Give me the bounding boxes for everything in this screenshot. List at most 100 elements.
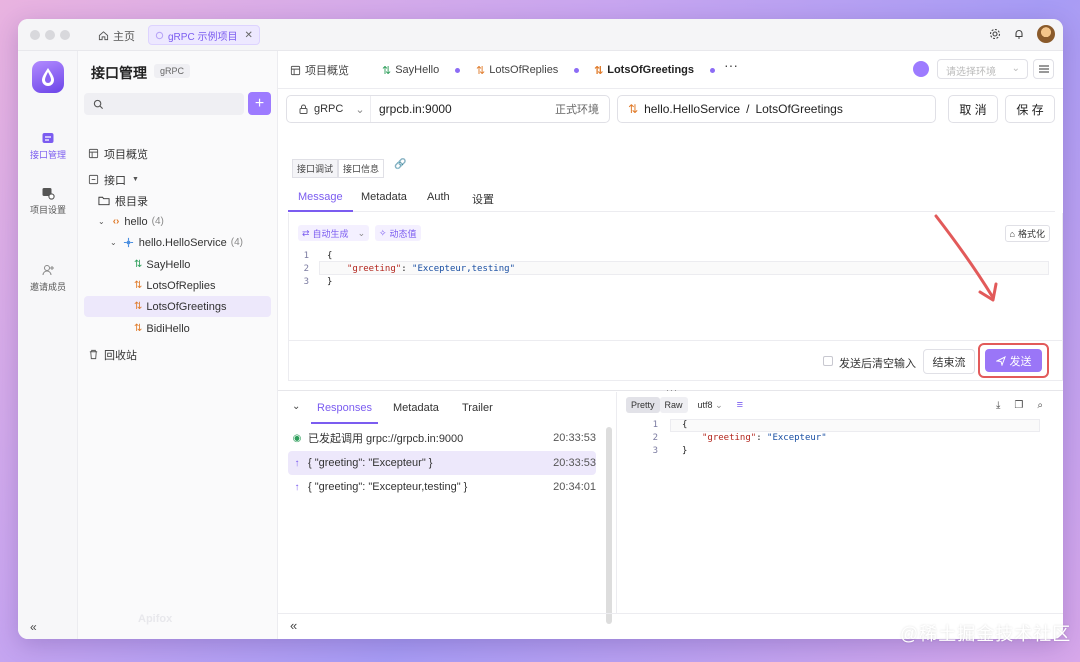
bell-icon[interactable] [1013, 28, 1025, 40]
project-icon [155, 31, 164, 39]
chevron-down-icon[interactable]: ⌄ [358, 228, 366, 239]
sidebar-item-hello[interactable]: ⌄ ‹› hello (4) [84, 211, 271, 232]
response-scrollbar[interactable] [606, 427, 612, 624]
tab-trailer[interactable]: Trailer [462, 402, 493, 414]
rail-item-invite[interactable]: 邀请成员 [18, 263, 78, 293]
overview-icon [290, 65, 301, 75]
sidebar-footer-logo: Apifox [138, 613, 173, 625]
response-code-viewer[interactable]: 1 2 3 { "greeting": "Excepteur" } [638, 419, 1058, 464]
window-close-dot[interactable] [30, 30, 40, 40]
copy-icon[interactable]: ❐ [1014, 400, 1023, 411]
code-colon: : [756, 433, 768, 443]
rail-item-settings[interactable]: 项目设置 [18, 186, 78, 216]
encoding-select[interactable]: utf8 ⌄ [698, 400, 723, 411]
window-maximize-dot[interactable] [60, 30, 70, 40]
close-icon[interactable]: ✕ [244, 30, 252, 41]
gear-icon[interactable] [989, 28, 1001, 40]
collapse-icon[interactable]: « [290, 618, 297, 633]
sidebar-item-sayhello[interactable]: ⇅ SayHello [84, 254, 271, 275]
lock-icon [299, 104, 308, 114]
overview-icon [88, 148, 99, 159]
search-icon[interactable]: ⌕ [1037, 400, 1043, 411]
sidebar-item-interfaces[interactable]: 接口 ▼ [84, 169, 271, 190]
tab-settings[interactable]: 设置 [472, 191, 494, 207]
tab-info[interactable]: 接口信息 [338, 159, 385, 178]
trash-icon [89, 349, 98, 360]
sidebar-item-label: 回收站 [104, 349, 137, 362]
list-item[interactable]: ↑ { "greeting": "Excepteur" } 20:33:53 [288, 451, 596, 475]
tab-message[interactable]: Message [288, 191, 353, 212]
invite-member-icon [42, 265, 54, 276]
collapse-sidebar-icon[interactable]: « [30, 620, 37, 634]
chevron-down-icon[interactable]: ⌄ [98, 217, 105, 226]
clear-after-send-checkbox[interactable] [823, 356, 833, 366]
tab-sayhello[interactable]: ⇅ SayHello [382, 63, 461, 77]
format-button[interactable]: ⌂ 格式化 [1004, 225, 1050, 242]
chevron-down-icon[interactable]: ⌄ [292, 401, 300, 412]
stream-icon: ⇅ [134, 280, 143, 291]
more-tabs-icon[interactable]: ··· [724, 57, 738, 73]
drag-handle-icon[interactable]: ··· [666, 385, 678, 395]
download-icon[interactable]: ⤓ [996, 400, 1000, 411]
dynamic-value-label: 动态值 [389, 228, 417, 239]
menu-button[interactable] [1033, 59, 1054, 79]
send-button[interactable]: 发送 [985, 349, 1042, 372]
pretty-button[interactable]: Pretty [626, 397, 660, 413]
wrap-icon[interactable]: ≡ [737, 399, 743, 411]
env-select[interactable]: 请选择环境 ⌄ [937, 59, 1028, 79]
sidebar-item-lotsofgreetings[interactable]: ⇅ LotsOfGreetings [84, 296, 271, 317]
tab-responses[interactable]: Responses [310, 402, 379, 424]
code-colon: : [401, 264, 413, 274]
sidebar-item-label: hello.HelloService [138, 236, 227, 249]
method-path-bar[interactable]: ⇅ hello.HelloService / LotsOfGreetings [617, 95, 936, 123]
arrow-up-icon: ↑ [294, 481, 300, 493]
rail-item-api[interactable]: 接口管理 [18, 131, 78, 161]
code-value: "Excepteur,testing" [412, 264, 515, 274]
sidebar-item-label: LotsOfGreetings [146, 300, 227, 313]
dynamic-value-button[interactable]: ✧ 动态值 [375, 225, 421, 241]
tab-debug[interactable]: 接口调试 [292, 159, 339, 178]
response-divider[interactable] [616, 392, 617, 613]
end-stream-button[interactable]: 结束流 [923, 349, 975, 374]
avatar[interactable] [1037, 25, 1055, 43]
stream-icon: ⇅ [134, 301, 143, 312]
sidebar-item-lotsofreplies[interactable]: ⇅ LotsOfReplies [84, 275, 271, 296]
tab-lotsofreplies[interactable]: ⇅ LotsOfReplies [476, 63, 580, 77]
sidebar-item-root[interactable]: 根目录 [84, 190, 271, 211]
env-sync-icon[interactable] [913, 61, 929, 77]
tab-metadata[interactable]: Metadata [361, 191, 407, 203]
tab-label: 项目概览 [305, 65, 349, 77]
sidebar-item-recycle[interactable]: 回收站 [84, 344, 271, 365]
list-item-time: 20:33:53 [553, 457, 596, 469]
add-button[interactable]: + [248, 92, 271, 115]
tab-auth[interactable]: Auth [427, 191, 450, 203]
sidebar-search-input[interactable] [84, 93, 244, 115]
link-icon[interactable]: 🔗 [394, 159, 406, 178]
save-button[interactable]: 保 存 [1005, 95, 1055, 123]
auto-generate-button[interactable]: ⇄ 自动生成 ⌄ [298, 225, 370, 241]
raw-button[interactable]: Raw [659, 397, 688, 413]
protocol-select[interactable]: gRPC ⌄ [287, 96, 371, 122]
cancel-button[interactable]: 取 消 [948, 95, 998, 123]
sidebar-item-service[interactable]: ⌄ hello.HelloService (4) [84, 232, 271, 253]
tab-lotsofgreetings[interactable]: ⇅ LotsOfGreetings [594, 63, 716, 77]
code-text: } [682, 446, 688, 456]
rail-item-label: 项目设置 [29, 205, 66, 215]
caret-down-icon[interactable]: ▼ [132, 176, 139, 183]
line-number: 3 [303, 277, 309, 287]
unary-icon: ⇅ [382, 64, 392, 77]
tab-overview[interactable]: 项目概览 [290, 63, 349, 77]
sidebar-item-bidihello[interactable]: ⇅ BidiHello [84, 318, 271, 339]
code-line-2: "greeting": "Excepteur,testing" [347, 263, 515, 276]
list-item[interactable]: ◉ 已发起调用 grpc://grpcb.in:9000 20:33:53 [288, 426, 596, 450]
home-tab[interactable]: 主页 [98, 27, 135, 44]
list-item[interactable]: ↑ { "greeting": "Excepteur,testing" } 20… [288, 475, 597, 499]
host-input[interactable]: grpcb.in:9000 [371, 102, 555, 116]
title-bar-actions [989, 25, 1055, 43]
project-tab[interactable]: gRPC 示例项目 ✕ [148, 25, 260, 45]
chevron-down-icon: ⌄ [1011, 63, 1020, 74]
window-minimize-dot[interactable] [45, 30, 55, 40]
chevron-down-icon[interactable]: ⌄ [110, 238, 117, 247]
tab-response-metadata[interactable]: Metadata [393, 402, 439, 414]
sidebar-item-overview[interactable]: 项目概览 [84, 143, 271, 164]
